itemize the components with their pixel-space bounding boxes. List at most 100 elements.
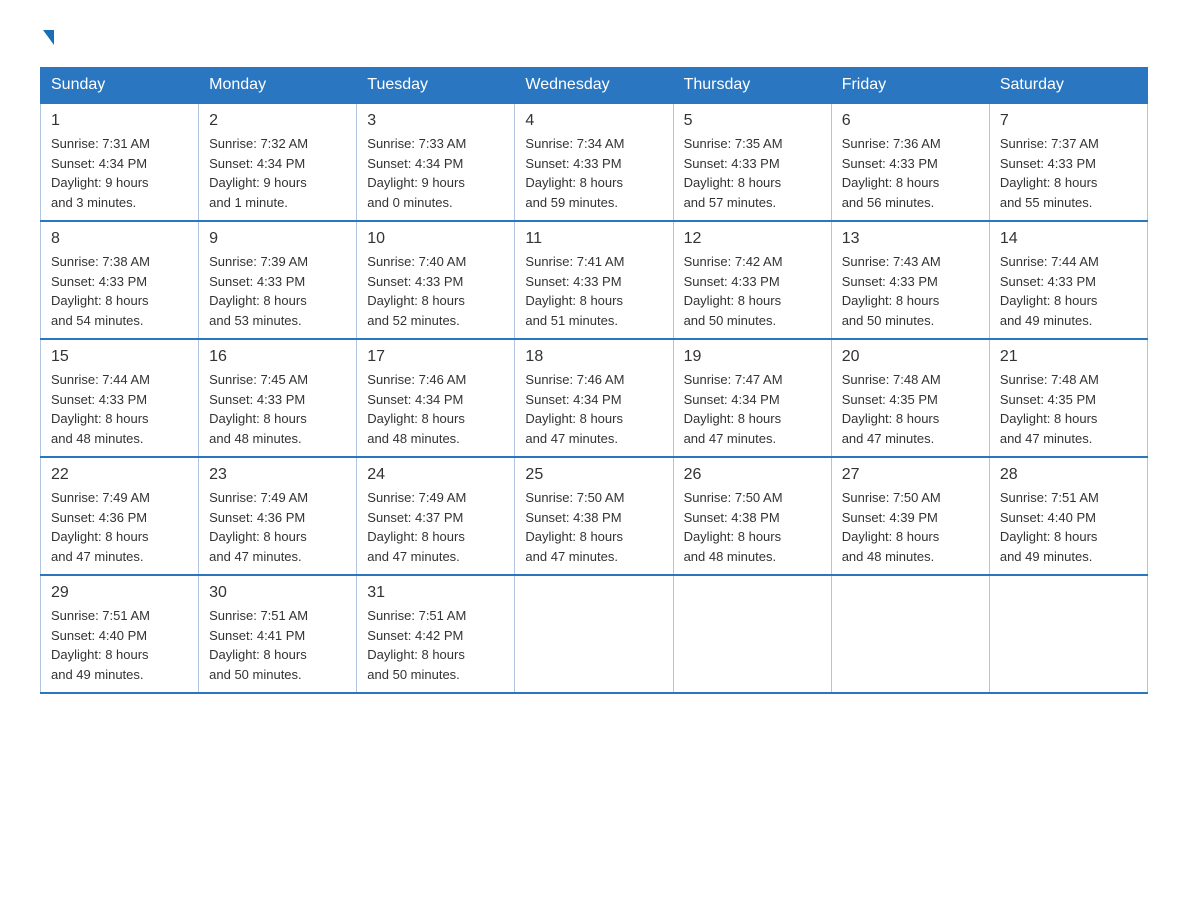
day-info: Sunrise: 7:45 AM Sunset: 4:33 PM Dayligh… (209, 370, 346, 448)
day-info: Sunrise: 7:34 AM Sunset: 4:33 PM Dayligh… (525, 134, 662, 212)
day-number: 13 (842, 230, 979, 248)
day-info: Sunrise: 7:31 AM Sunset: 4:34 PM Dayligh… (51, 134, 188, 212)
day-info: Sunrise: 7:49 AM Sunset: 4:36 PM Dayligh… (209, 488, 346, 566)
day-number: 8 (51, 230, 188, 248)
day-number: 1 (51, 112, 188, 130)
calendar-week-row: 29 Sunrise: 7:51 AM Sunset: 4:40 PM Dayl… (41, 575, 1148, 693)
day-info: Sunrise: 7:42 AM Sunset: 4:33 PM Dayligh… (684, 252, 821, 330)
day-number: 24 (367, 466, 504, 484)
calendar-cell: 26 Sunrise: 7:50 AM Sunset: 4:38 PM Dayl… (673, 457, 831, 575)
day-info: Sunrise: 7:50 AM Sunset: 4:38 PM Dayligh… (525, 488, 662, 566)
calendar-cell: 10 Sunrise: 7:40 AM Sunset: 4:33 PM Dayl… (357, 221, 515, 339)
calendar-week-row: 22 Sunrise: 7:49 AM Sunset: 4:36 PM Dayl… (41, 457, 1148, 575)
calendar-cell: 17 Sunrise: 7:46 AM Sunset: 4:34 PM Dayl… (357, 339, 515, 457)
day-number: 7 (1000, 112, 1137, 130)
day-number: 14 (1000, 230, 1137, 248)
calendar-cell (515, 575, 673, 693)
day-number: 20 (842, 348, 979, 366)
day-number: 18 (525, 348, 662, 366)
day-of-week-header: Thursday (673, 68, 831, 104)
calendar-cell: 29 Sunrise: 7:51 AM Sunset: 4:40 PM Dayl… (41, 575, 199, 693)
calendar-cell: 6 Sunrise: 7:36 AM Sunset: 4:33 PM Dayli… (831, 103, 989, 221)
calendar-week-row: 8 Sunrise: 7:38 AM Sunset: 4:33 PM Dayli… (41, 221, 1148, 339)
day-number: 27 (842, 466, 979, 484)
day-info: Sunrise: 7:46 AM Sunset: 4:34 PM Dayligh… (525, 370, 662, 448)
day-info: Sunrise: 7:37 AM Sunset: 4:33 PM Dayligh… (1000, 134, 1137, 212)
calendar-cell: 20 Sunrise: 7:48 AM Sunset: 4:35 PM Dayl… (831, 339, 989, 457)
day-info: Sunrise: 7:41 AM Sunset: 4:33 PM Dayligh… (525, 252, 662, 330)
day-info: Sunrise: 7:39 AM Sunset: 4:33 PM Dayligh… (209, 252, 346, 330)
calendar-cell: 3 Sunrise: 7:33 AM Sunset: 4:34 PM Dayli… (357, 103, 515, 221)
day-number: 11 (525, 230, 662, 248)
day-info: Sunrise: 7:48 AM Sunset: 4:35 PM Dayligh… (842, 370, 979, 448)
day-info: Sunrise: 7:48 AM Sunset: 4:35 PM Dayligh… (1000, 370, 1137, 448)
calendar-cell: 15 Sunrise: 7:44 AM Sunset: 4:33 PM Dayl… (41, 339, 199, 457)
day-number: 30 (209, 584, 346, 602)
calendar-week-row: 1 Sunrise: 7:31 AM Sunset: 4:34 PM Dayli… (41, 103, 1148, 221)
calendar-cell: 7 Sunrise: 7:37 AM Sunset: 4:33 PM Dayli… (989, 103, 1147, 221)
day-of-week-header: Wednesday (515, 68, 673, 104)
calendar-cell: 9 Sunrise: 7:39 AM Sunset: 4:33 PM Dayli… (199, 221, 357, 339)
calendar-table: SundayMondayTuesdayWednesdayThursdayFrid… (40, 67, 1148, 694)
page-header (40, 30, 1148, 47)
day-number: 5 (684, 112, 821, 130)
day-number: 6 (842, 112, 979, 130)
day-number: 31 (367, 584, 504, 602)
day-info: Sunrise: 7:51 AM Sunset: 4:41 PM Dayligh… (209, 606, 346, 684)
calendar-cell: 5 Sunrise: 7:35 AM Sunset: 4:33 PM Dayli… (673, 103, 831, 221)
day-number: 22 (51, 466, 188, 484)
calendar-cell: 18 Sunrise: 7:46 AM Sunset: 4:34 PM Dayl… (515, 339, 673, 457)
day-number: 26 (684, 466, 821, 484)
day-info: Sunrise: 7:51 AM Sunset: 4:40 PM Dayligh… (51, 606, 188, 684)
day-info: Sunrise: 7:51 AM Sunset: 4:40 PM Dayligh… (1000, 488, 1137, 566)
day-info: Sunrise: 7:33 AM Sunset: 4:34 PM Dayligh… (367, 134, 504, 212)
calendar-body: 1 Sunrise: 7:31 AM Sunset: 4:34 PM Dayli… (41, 103, 1148, 693)
calendar-cell: 1 Sunrise: 7:31 AM Sunset: 4:34 PM Dayli… (41, 103, 199, 221)
day-info: Sunrise: 7:40 AM Sunset: 4:33 PM Dayligh… (367, 252, 504, 330)
logo-triangle-icon (43, 30, 54, 45)
calendar-cell: 12 Sunrise: 7:42 AM Sunset: 4:33 PM Dayl… (673, 221, 831, 339)
day-number: 17 (367, 348, 504, 366)
day-number: 12 (684, 230, 821, 248)
calendar-cell (831, 575, 989, 693)
day-info: Sunrise: 7:50 AM Sunset: 4:39 PM Dayligh… (842, 488, 979, 566)
calendar-cell: 13 Sunrise: 7:43 AM Sunset: 4:33 PM Dayl… (831, 221, 989, 339)
calendar-cell: 11 Sunrise: 7:41 AM Sunset: 4:33 PM Dayl… (515, 221, 673, 339)
calendar-cell (989, 575, 1147, 693)
day-info: Sunrise: 7:35 AM Sunset: 4:33 PM Dayligh… (684, 134, 821, 212)
calendar-cell: 21 Sunrise: 7:48 AM Sunset: 4:35 PM Dayl… (989, 339, 1147, 457)
calendar-cell: 4 Sunrise: 7:34 AM Sunset: 4:33 PM Dayli… (515, 103, 673, 221)
day-number: 28 (1000, 466, 1137, 484)
day-number: 25 (525, 466, 662, 484)
day-number: 3 (367, 112, 504, 130)
day-info: Sunrise: 7:43 AM Sunset: 4:33 PM Dayligh… (842, 252, 979, 330)
day-number: 2 (209, 112, 346, 130)
calendar-cell: 8 Sunrise: 7:38 AM Sunset: 4:33 PM Dayli… (41, 221, 199, 339)
calendar-cell: 30 Sunrise: 7:51 AM Sunset: 4:41 PM Dayl… (199, 575, 357, 693)
calendar-cell (673, 575, 831, 693)
day-info: Sunrise: 7:44 AM Sunset: 4:33 PM Dayligh… (51, 370, 188, 448)
calendar-week-row: 15 Sunrise: 7:44 AM Sunset: 4:33 PM Dayl… (41, 339, 1148, 457)
day-number: 10 (367, 230, 504, 248)
calendar-cell: 23 Sunrise: 7:49 AM Sunset: 4:36 PM Dayl… (199, 457, 357, 575)
calendar-cell: 14 Sunrise: 7:44 AM Sunset: 4:33 PM Dayl… (989, 221, 1147, 339)
day-number: 4 (525, 112, 662, 130)
day-info: Sunrise: 7:49 AM Sunset: 4:36 PM Dayligh… (51, 488, 188, 566)
calendar-cell: 31 Sunrise: 7:51 AM Sunset: 4:42 PM Dayl… (357, 575, 515, 693)
day-number: 23 (209, 466, 346, 484)
calendar-cell: 25 Sunrise: 7:50 AM Sunset: 4:38 PM Dayl… (515, 457, 673, 575)
day-info: Sunrise: 7:47 AM Sunset: 4:34 PM Dayligh… (684, 370, 821, 448)
day-info: Sunrise: 7:46 AM Sunset: 4:34 PM Dayligh… (367, 370, 504, 448)
day-of-week-header: Saturday (989, 68, 1147, 104)
calendar-cell: 2 Sunrise: 7:32 AM Sunset: 4:34 PM Dayli… (199, 103, 357, 221)
day-info: Sunrise: 7:32 AM Sunset: 4:34 PM Dayligh… (209, 134, 346, 212)
day-info: Sunrise: 7:36 AM Sunset: 4:33 PM Dayligh… (842, 134, 979, 212)
day-of-week-header: Tuesday (357, 68, 515, 104)
day-info: Sunrise: 7:38 AM Sunset: 4:33 PM Dayligh… (51, 252, 188, 330)
day-number: 9 (209, 230, 346, 248)
calendar-cell: 24 Sunrise: 7:49 AM Sunset: 4:37 PM Dayl… (357, 457, 515, 575)
calendar-cell: 22 Sunrise: 7:49 AM Sunset: 4:36 PM Dayl… (41, 457, 199, 575)
logo (40, 30, 54, 47)
day-info: Sunrise: 7:51 AM Sunset: 4:42 PM Dayligh… (367, 606, 504, 684)
day-number: 21 (1000, 348, 1137, 366)
